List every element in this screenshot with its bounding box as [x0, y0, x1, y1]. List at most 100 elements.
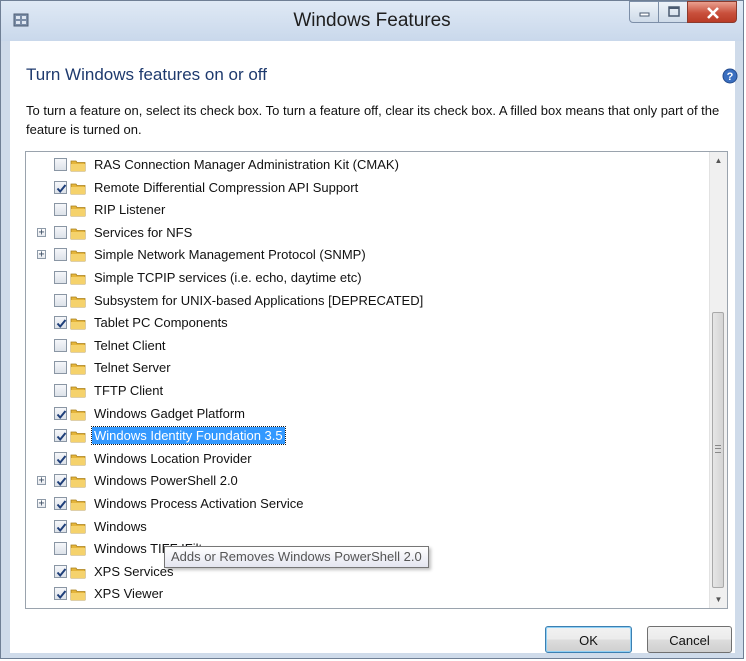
feature-label: Remote Differential Compression API Supp… [94, 179, 359, 195]
scroll-down-icon[interactable]: ▼ [710, 591, 727, 608]
svg-text:?: ? [727, 71, 734, 83]
expand-icon[interactable]: + [37, 227, 46, 238]
feature-label: Tablet PC Components [94, 315, 228, 331]
folder-icon [70, 160, 86, 172]
feature-checkbox[interactable] [54, 361, 67, 375]
checkmark-icon [56, 522, 67, 532]
checkmark-icon [56, 319, 67, 329]
feature-row[interactable]: + Windows Process Activation Service [26, 493, 716, 515]
folder-icon [70, 476, 86, 488]
feature-row[interactable]: Tablet PC Components [26, 312, 716, 334]
feature-row[interactable]: Windows Gadget Platform [26, 403, 716, 425]
feature-checkbox[interactable] [54, 564, 67, 578]
scroll-up-icon[interactable]: ▲ [710, 152, 727, 169]
feature-label: TFTP Client [94, 383, 164, 398]
feature-checkbox[interactable] [54, 203, 67, 217]
feature-label: Windows [94, 518, 147, 534]
page-title: Turn Windows features on or off [26, 65, 267, 84]
title-bar[interactable]: Windows Features [1, 1, 743, 41]
folder-icon [70, 589, 86, 601]
checkmark-icon [56, 183, 67, 193]
checkmark-icon [56, 432, 67, 442]
feature-checkbox[interactable] [54, 542, 67, 556]
minimize-button[interactable] [629, 1, 659, 23]
feature-label: Windows Gadget Platform [94, 405, 246, 421]
close-icon [707, 7, 719, 19]
feature-row[interactable]: Simple TCPIP services (i.e. echo, daytim… [26, 267, 716, 289]
feature-row[interactable]: TFTP Client [26, 380, 716, 402]
feature-label: Telnet Server [94, 360, 171, 376]
feature-row[interactable]: Subsystem for UNIX-based Applications [D… [26, 290, 716, 312]
feature-label: RAS Connection Manager Administration Ki… [94, 157, 399, 172]
feature-row[interactable]: Windows [26, 516, 716, 538]
feature-checkbox[interactable] [54, 316, 67, 330]
folder-icon [70, 544, 86, 556]
feature-checkbox[interactable] [54, 271, 67, 284]
folder-icon [70, 409, 86, 420]
feature-row[interactable]: Telnet Server [26, 357, 716, 379]
feature-checkbox[interactable] [54, 519, 67, 533]
feature-row[interactable]: + Services for NFS [26, 222, 716, 244]
feature-label: Simple Network Management Protocol (SNMP… [94, 247, 366, 263]
feature-label: Services for NFS [94, 224, 193, 240]
folder-icon [70, 431, 86, 443]
checkmark-icon [56, 477, 67, 487]
checkmark-icon [56, 409, 67, 419]
feature-label: Telnet Client [94, 337, 166, 353]
folder-icon [70, 454, 86, 466]
minimize-icon [639, 12, 650, 17]
ok-button[interactable]: OK [545, 626, 632, 653]
feature-label: Windows Identity Foundation 3.5 [91, 426, 286, 446]
windows-features-dialog: Windows Features Turn Windows features o… [0, 0, 744, 659]
feature-checkbox[interactable] [54, 429, 67, 443]
instructions-text: To turn a feature on, select its check b… [26, 103, 720, 137]
feature-checkbox[interactable] [54, 451, 67, 465]
expand-icon[interactable]: + [37, 475, 46, 486]
vertical-scrollbar[interactable]: ▲ ▼ [709, 152, 727, 608]
feature-row[interactable]: + Simple Network Management Protocol (SNM… [26, 244, 716, 266]
grip-icon [715, 445, 721, 453]
feature-checkbox[interactable] [54, 587, 67, 601]
expand-icon[interactable]: + [37, 249, 46, 260]
checkmark-icon [56, 590, 67, 600]
feature-checkbox[interactable] [54, 384, 67, 397]
feature-checkbox[interactable] [54, 338, 67, 352]
feature-label: Windows Location Provider [94, 450, 252, 466]
cancel-button[interactable]: Cancel [647, 626, 732, 653]
feature-label: Subsystem for UNIX-based Applications [D… [94, 292, 424, 308]
folder-icon [70, 363, 86, 375]
feature-row[interactable]: Windows Location Provider [26, 448, 716, 470]
feature-row[interactable]: XPS Viewer [26, 583, 716, 605]
feature-row[interactable]: + Windows PowerShell 2.0 [26, 470, 716, 492]
maximize-button[interactable] [658, 1, 688, 23]
checkmark-icon [56, 568, 67, 577]
folder-icon [70, 250, 86, 262]
feature-row[interactable]: RIP Listener [26, 199, 716, 221]
features-tree[interactable]: RAS Connection Manager Administration Ki… [25, 151, 728, 609]
close-button[interactable] [687, 1, 737, 23]
feature-checkbox[interactable] [54, 248, 67, 262]
folder-icon [70, 228, 86, 240]
folder-icon [70, 318, 86, 330]
expand-icon[interactable]: + [37, 498, 46, 509]
feature-checkbox[interactable] [54, 497, 67, 510]
feature-row[interactable]: RAS Connection Manager Administration Ki… [26, 154, 716, 176]
folder-icon [70, 522, 86, 533]
feature-row[interactable]: Remote Differential Compression API Supp… [26, 177, 716, 199]
help-icon[interactable]: ? [722, 68, 738, 84]
feature-row[interactable]: Windows Identity Foundation 3.5 [26, 425, 716, 447]
checkmark-icon [56, 500, 67, 510]
feature-checkbox[interactable] [54, 225, 67, 239]
folder-icon [70, 386, 86, 398]
feature-row[interactable]: Telnet Client [26, 335, 716, 357]
folder-icon [70, 273, 86, 285]
feature-label: Simple TCPIP services (i.e. echo, daytim… [94, 270, 362, 285]
feature-checkbox[interactable] [54, 293, 67, 307]
feature-checkbox[interactable] [54, 474, 67, 488]
feature-checkbox[interactable] [54, 158, 67, 171]
scroll-thumb[interactable] [712, 312, 724, 588]
maximize-icon [668, 6, 680, 17]
folder-icon [70, 567, 86, 579]
feature-checkbox[interactable] [54, 180, 67, 194]
feature-checkbox[interactable] [54, 406, 67, 420]
